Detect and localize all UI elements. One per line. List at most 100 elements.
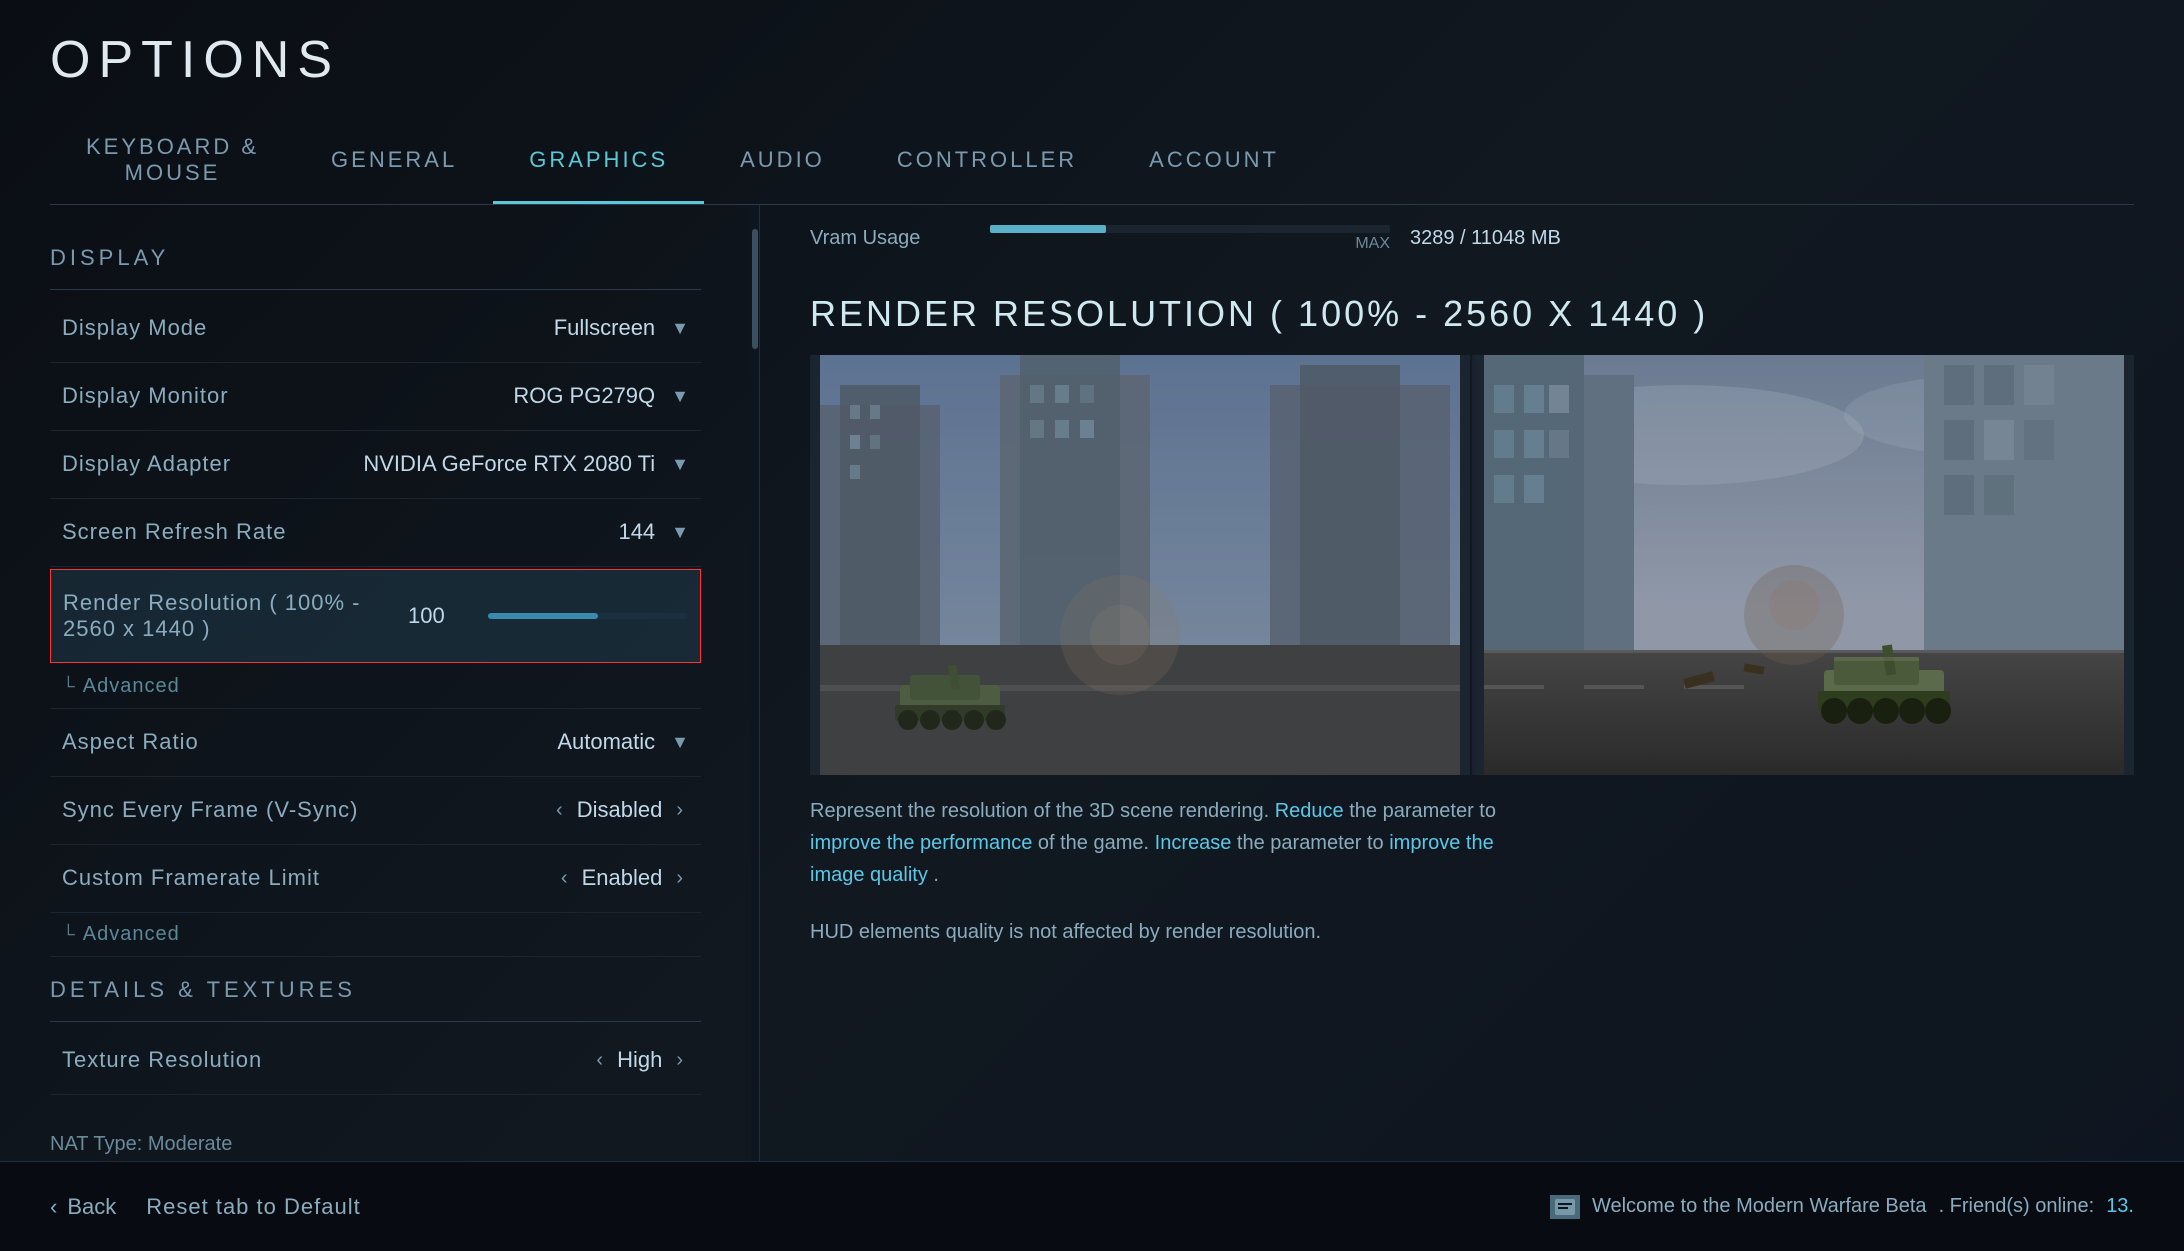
desc-reduce: Reduce bbox=[1275, 800, 1344, 822]
preview-left-scene bbox=[810, 355, 1470, 775]
render-resolution-advanced-row[interactable]: └ Advanced bbox=[50, 665, 701, 709]
settings-wrapper: DISPLAY Display Mode Fullscreen ▼ Displa… bbox=[0, 205, 759, 1161]
display-divider bbox=[50, 289, 701, 290]
display-section-header: DISPLAY bbox=[50, 245, 701, 279]
vram-bar-track bbox=[990, 225, 1390, 233]
nav-tabs: KEYBOARD &MOUSE GENERAL GRAPHICS AUDIO C… bbox=[50, 120, 2134, 205]
texture-arrow-right[interactable]: › bbox=[670, 1047, 689, 1074]
display-monitor-label: Display Monitor bbox=[62, 383, 229, 409]
tab-graphics[interactable]: GRAPHICS bbox=[493, 120, 704, 204]
vsync-text: Disabled bbox=[577, 797, 663, 823]
display-adapter-row: Display Adapter NVIDIA GeForce RTX 2080 … bbox=[50, 431, 701, 499]
screen-refresh-rate-value[interactable]: 144 ▼ bbox=[618, 519, 689, 545]
tab-general[interactable]: GENERAL bbox=[295, 120, 493, 204]
display-adapter-chevron: ▼ bbox=[671, 454, 689, 475]
display-mode-label: Display Mode bbox=[62, 315, 207, 341]
desc-improve-performance: improve the performance bbox=[810, 832, 1032, 854]
display-adapter-label: Display Adapter bbox=[62, 451, 231, 477]
display-mode-row: Display Mode Fullscreen ▼ bbox=[50, 295, 701, 363]
display-adapter-value[interactable]: NVIDIA GeForce RTX 2080 Ti ▼ bbox=[363, 451, 689, 477]
vram-bar-container: MAX bbox=[990, 225, 1390, 253]
preview-divider bbox=[1472, 355, 1475, 775]
details-section-header: DETAILS & TEXTURES bbox=[50, 977, 701, 1011]
vram-value: 3289 / 11048 MB bbox=[1410, 227, 1561, 250]
display-monitor-value[interactable]: ROG PG279Q ▼ bbox=[513, 383, 689, 409]
display-monitor-row: Display Monitor ROG PG279Q ▼ bbox=[50, 363, 701, 431]
reset-tab-button[interactable]: Reset tab to Default bbox=[146, 1194, 360, 1220]
framerate-limit-label: Custom Framerate Limit bbox=[62, 865, 320, 891]
framerate-text: Enabled bbox=[582, 865, 663, 891]
preview-container bbox=[810, 355, 2134, 775]
desc-part5: . bbox=[933, 864, 939, 886]
friends-count: 13. bbox=[2106, 1195, 2134, 1218]
back-button[interactable]: ‹ Back bbox=[50, 1194, 116, 1220]
chat-icon bbox=[1550, 1195, 1580, 1219]
page-title: OPTIONS bbox=[50, 30, 2134, 90]
framerate-limit-value: ‹ Enabled › bbox=[555, 865, 689, 892]
aspect-ratio-row: Aspect Ratio Automatic ▼ bbox=[50, 709, 701, 777]
vsync-arrow-left[interactable]: ‹ bbox=[550, 797, 569, 824]
desc-part1: Represent the resolution of the 3D scene… bbox=[810, 800, 1275, 822]
display-mode-text: Fullscreen bbox=[554, 315, 655, 341]
hud-note: HUD elements quality is not affected by … bbox=[810, 921, 2134, 944]
framerate-arrow-left[interactable]: ‹ bbox=[555, 865, 574, 892]
render-resolution-slider[interactable] bbox=[488, 613, 688, 619]
status-text: Welcome to the Modern Warfare Beta bbox=[1592, 1195, 1927, 1218]
vram-max-label: MAX bbox=[990, 235, 1390, 253]
vertical-scrollbar[interactable] bbox=[751, 205, 759, 1161]
framerate-advanced-bracket: └ bbox=[62, 924, 75, 945]
settings-scroll[interactable]: DISPLAY Display Mode Fullscreen ▼ Displa… bbox=[0, 205, 751, 1161]
nat-type-label: NAT Type: Moderate bbox=[50, 1133, 232, 1156]
back-arrow-icon: ‹ bbox=[50, 1194, 57, 1220]
texture-resolution-text: High bbox=[617, 1047, 662, 1073]
render-resolution-slider-fill bbox=[488, 613, 598, 619]
app-container: OPTIONS KEYBOARD &MOUSE GENERAL GRAPHICS… bbox=[0, 0, 2184, 1251]
vsync-arrow-right[interactable]: › bbox=[670, 797, 689, 824]
vsync-row: Sync Every Frame (V-Sync) ‹ Disabled › bbox=[50, 777, 701, 845]
desc-part2: the parameter to bbox=[1349, 800, 1496, 822]
bottom-left: ‹ Back Reset tab to Default bbox=[50, 1194, 361, 1220]
desc-part3: of the game. bbox=[1038, 832, 1155, 854]
vsync-value: ‹ Disabled › bbox=[550, 797, 689, 824]
tab-account[interactable]: ACCOUNT bbox=[1113, 120, 1315, 204]
framerate-advanced-row[interactable]: └ Advanced bbox=[50, 913, 701, 957]
back-label: Back bbox=[67, 1194, 116, 1220]
scrollbar-thumb bbox=[752, 229, 758, 349]
render-resolution-advanced-label: Advanced bbox=[83, 675, 180, 698]
render-resolution-controls: 100 bbox=[408, 603, 688, 629]
framerate-limit-row: Custom Framerate Limit ‹ Enabled › bbox=[50, 845, 701, 913]
aspect-ratio-label: Aspect Ratio bbox=[62, 729, 199, 755]
preview-right bbox=[1474, 355, 2134, 775]
texture-resolution-row: Texture Resolution ‹ High › bbox=[50, 1027, 701, 1095]
preview-right-scene bbox=[1474, 355, 2134, 775]
render-resolution-row[interactable]: Render Resolution ( 100% - 2560 x 1440 )… bbox=[50, 569, 701, 663]
framerate-arrow-right[interactable]: › bbox=[670, 865, 689, 892]
header: OPTIONS KEYBOARD &MOUSE GENERAL GRAPHICS… bbox=[0, 0, 2184, 205]
texture-resolution-label: Texture Resolution bbox=[62, 1047, 262, 1073]
texture-arrow-left[interactable]: ‹ bbox=[590, 1047, 609, 1074]
vram-label: Vram Usage bbox=[810, 227, 970, 250]
details-divider bbox=[50, 1021, 701, 1022]
texture-resolution-value: ‹ High › bbox=[590, 1047, 689, 1074]
display-mode-chevron: ▼ bbox=[671, 318, 689, 339]
aspect-ratio-value[interactable]: Automatic ▼ bbox=[557, 729, 689, 755]
tab-controller[interactable]: CONTROLLER bbox=[861, 120, 1113, 204]
bottom-right: Welcome to the Modern Warfare Beta . Fri… bbox=[1550, 1195, 2134, 1219]
display-adapter-text: NVIDIA GeForce RTX 2080 Ti bbox=[363, 451, 655, 477]
display-mode-value[interactable]: Fullscreen ▼ bbox=[554, 315, 689, 341]
tab-audio[interactable]: AUDIO bbox=[704, 120, 861, 204]
display-monitor-text: ROG PG279Q bbox=[513, 383, 655, 409]
friends-label: . Friend(s) online: bbox=[1939, 1195, 2095, 1218]
vram-row: Vram Usage MAX 3289 / 11048 MB bbox=[810, 225, 2134, 263]
aspect-ratio-text: Automatic bbox=[557, 729, 655, 755]
vram-bar-fill bbox=[990, 225, 1106, 233]
display-monitor-chevron: ▼ bbox=[671, 386, 689, 407]
render-resolution-value: 100 bbox=[408, 603, 468, 629]
vsync-label: Sync Every Frame (V-Sync) bbox=[62, 797, 358, 823]
tab-keyboard-mouse[interactable]: KEYBOARD &MOUSE bbox=[50, 120, 295, 204]
framerate-advanced-label: Advanced bbox=[83, 923, 180, 946]
framerate-arrows: ‹ Enabled › bbox=[555, 865, 689, 892]
render-resolution-title: RENDER RESOLUTION ( 100% - 2560 X 1440 ) bbox=[810, 293, 2134, 335]
main-content: DISPLAY Display Mode Fullscreen ▼ Displa… bbox=[0, 205, 2184, 1161]
vram-value-container: 3289 / 11048 MB bbox=[1410, 227, 1561, 250]
